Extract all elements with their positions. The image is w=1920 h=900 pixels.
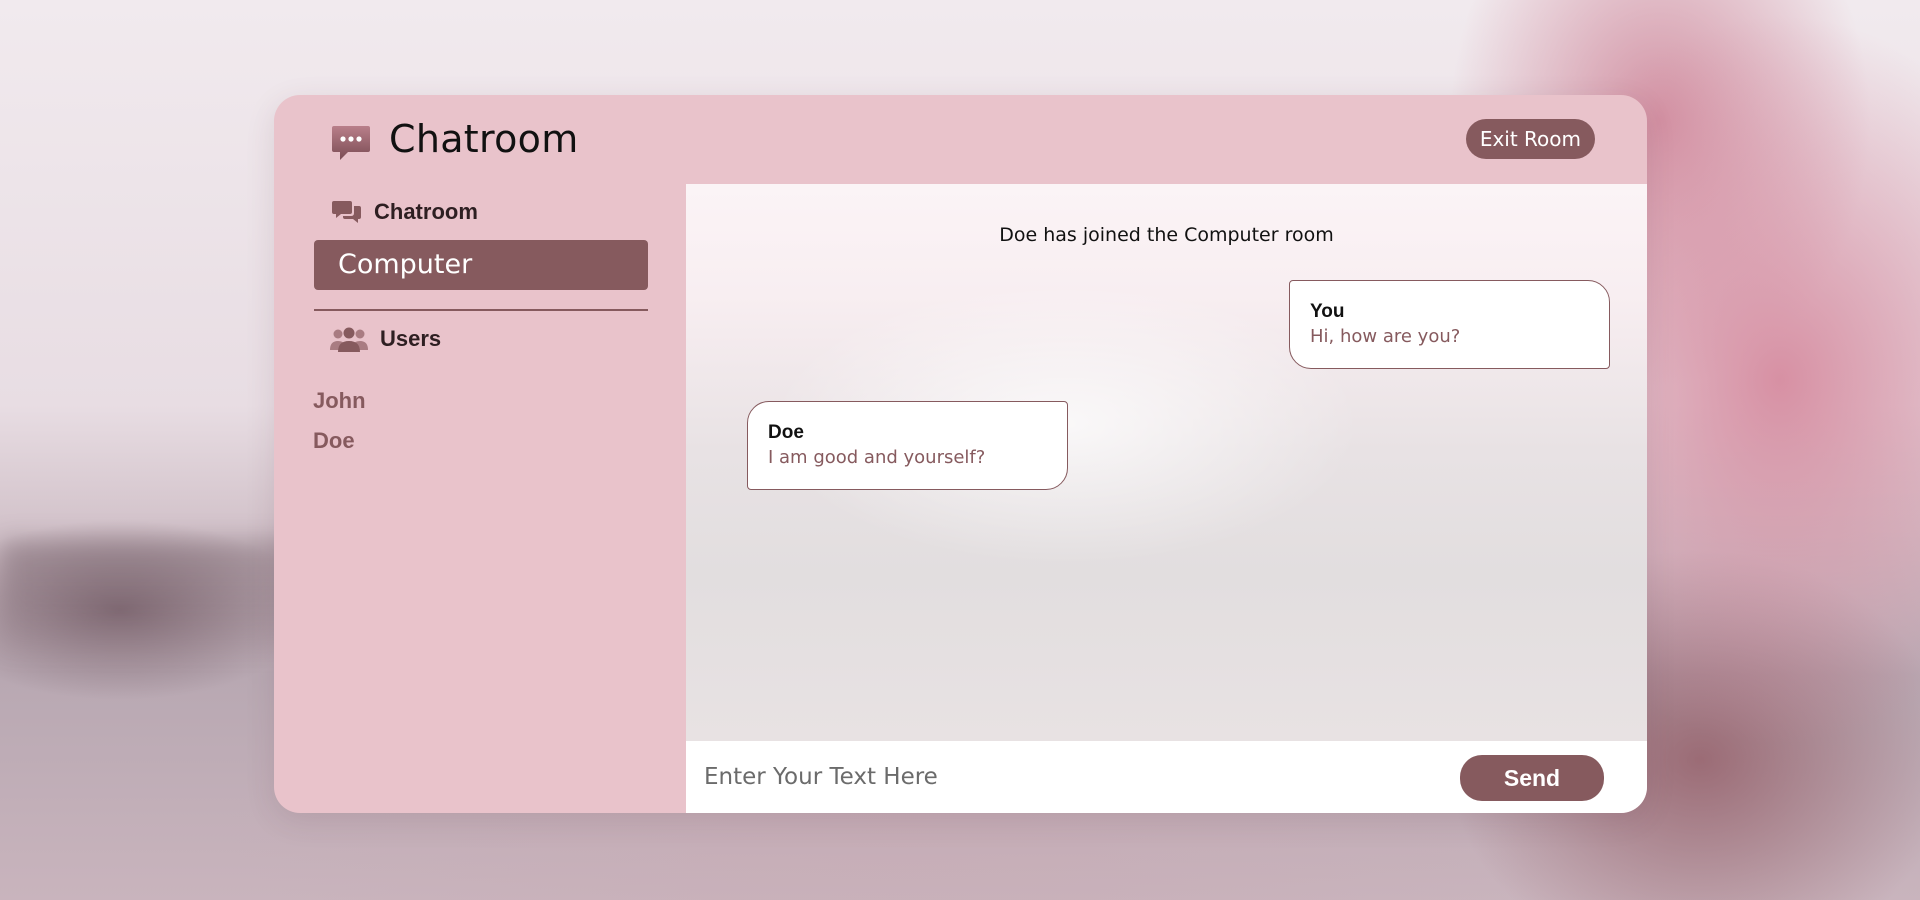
message-text: Hi, how are you? [1310, 326, 1461, 347]
app-title: Chatroom [389, 117, 579, 161]
room-heading: Chatroom [332, 199, 478, 225]
message-sender: You [1310, 301, 1345, 322]
room-heading-label: Chatroom [374, 199, 478, 224]
room-item-computer[interactable]: Computer [314, 240, 648, 290]
chat-messages[interactable]: Doe has joined the Computer room You Hi,… [686, 184, 1647, 741]
message-bubble-doe: Doe I am good and yourself? [747, 401, 1068, 490]
users-heading-label: Users [380, 326, 442, 351]
message-input[interactable] [704, 757, 1444, 797]
sidebar-divider [314, 309, 648, 311]
exit-room-button[interactable]: Exit Room [1465, 119, 1595, 159]
message-bubble-you: You Hi, how are you? [1289, 280, 1610, 369]
chat-bubble-icon [328, 122, 372, 166]
user-item-doe[interactable]: Doe [313, 428, 355, 454]
message-sender: Doe [768, 422, 804, 443]
users-heading: Users [330, 326, 441, 352]
message-text: I am good and yourself? [768, 447, 986, 468]
system-message: Doe has joined the Computer room [999, 224, 1334, 246]
header: Chatroom Exit Room [274, 95, 1647, 184]
user-item-john[interactable]: John [313, 388, 366, 414]
users-icon [330, 326, 368, 352]
send-button[interactable]: Send [1460, 755, 1604, 801]
message-composer: Send [686, 741, 1647, 813]
chat-window: Chatroom Exit Room Chatroom Computer Use… [274, 95, 1647, 813]
comments-icon [332, 199, 362, 225]
sidebar: Chatroom Computer Users John Doe [274, 184, 686, 813]
background-shade [0, 540, 320, 650]
